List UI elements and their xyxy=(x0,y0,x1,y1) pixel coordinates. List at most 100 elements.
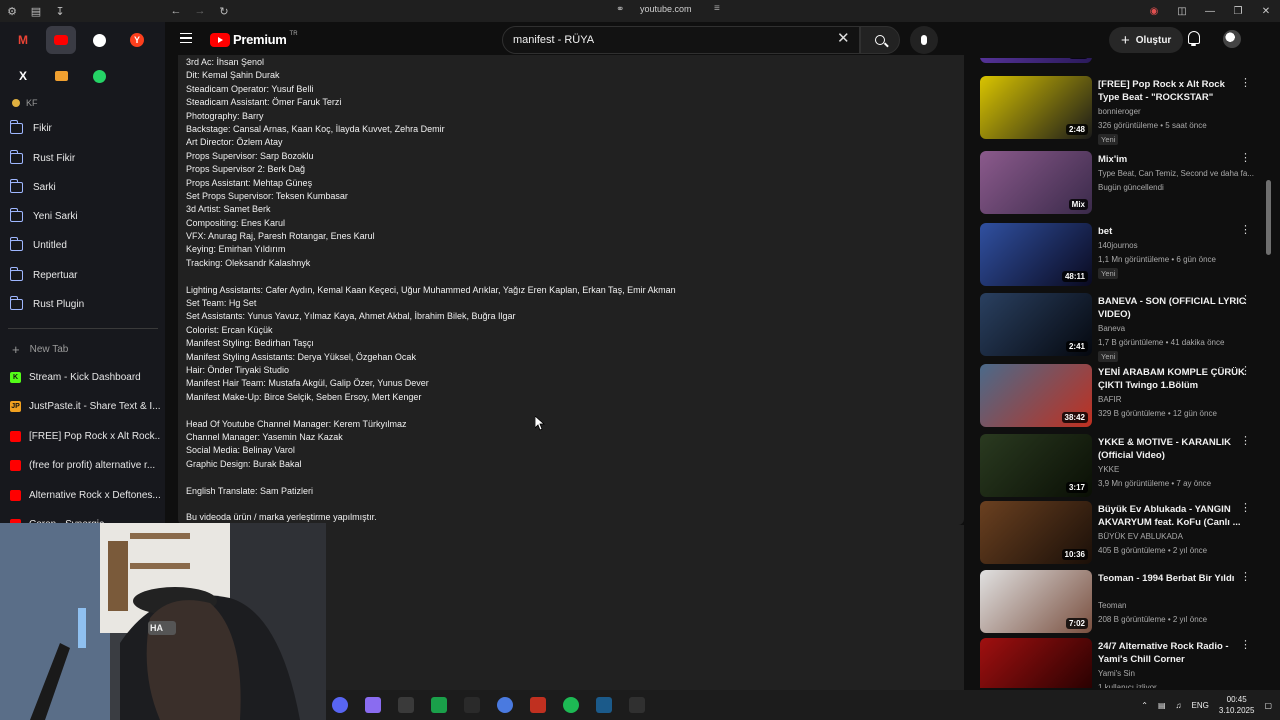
video-thumbnail[interactable]: 38:42 xyxy=(980,364,1092,427)
sidebar-tab[interactable]: (free for profit) alternative r... xyxy=(10,455,160,477)
video-thumbnail[interactable]: 7:02 xyxy=(980,570,1092,633)
search-button[interactable] xyxy=(860,26,900,54)
video-title[interactable]: Teoman - 1994 Berbat Bir Yıldı xyxy=(1098,572,1248,585)
more-options-icon[interactable]: ⋮ xyxy=(1240,503,1251,514)
sidebar-tab[interactable]: JP JustPaste.it - Share Text & I... xyxy=(10,396,160,418)
youtube-logo[interactable]: Premium TR xyxy=(210,31,298,47)
channel-name[interactable]: YKKE xyxy=(1098,463,1258,476)
browser-taskbar-icon[interactable] xyxy=(365,697,381,713)
recommended-video[interactable]: Mix xyxy=(978,58,1263,68)
sidebar-folder[interactable]: Repertuar xyxy=(10,264,77,286)
whatsapp-pinned-tab[interactable] xyxy=(84,62,114,90)
clock[interactable]: 00:45 3.10.2025 xyxy=(1219,694,1255,716)
recommended-video[interactable]: 10:36 Büyük Ev Ablukada - YANGIN AKVARYUM… xyxy=(978,501,1263,569)
sidebar-tab[interactable]: Alternative Rock x Deftones... xyxy=(10,484,160,506)
sidebar-folder[interactable]: Sarki xyxy=(10,176,56,198)
x-pinned-tab[interactable]: X xyxy=(8,62,38,90)
video-title[interactable]: 24/7 Alternative Rock Radio - Yami's Chi… xyxy=(1098,640,1248,666)
new-tab-button[interactable]: + New Tab xyxy=(12,342,68,357)
notification-center-icon[interactable]: ▢ xyxy=(1264,701,1272,710)
recommended-video[interactable]: 3:17 YKKE & MOTIVE - KARANLIK (Official V… xyxy=(978,434,1263,502)
video-thumbnail[interactable]: 2:41 xyxy=(980,293,1092,356)
scrollbar[interactable] xyxy=(1266,180,1271,255)
create-button[interactable]: + Oluştur xyxy=(1109,27,1184,53)
sidebar-folder[interactable]: Fikir xyxy=(10,117,52,139)
sidebar-tab[interactable]: [FREE] Pop Rock x Alt Rock... xyxy=(10,425,160,447)
reload-icon[interactable]: ↻ xyxy=(212,0,236,22)
close-icon[interactable]: ✕ xyxy=(1252,6,1280,17)
more-options-icon[interactable]: ⋮ xyxy=(1240,640,1251,651)
github-pinned-tab[interactable] xyxy=(84,26,114,54)
video-title[interactable]: [FREE] Pop Rock x Alt Rock Type Beat - "… xyxy=(1098,78,1248,104)
tune-icon[interactable]: ≡ xyxy=(714,3,720,14)
game-green-taskbar-icon[interactable] xyxy=(431,697,447,713)
recommended-video[interactable]: 24/7 Alternative Rock Radio - Yami's Chi… xyxy=(978,638,1263,688)
back-icon[interactable]: ← xyxy=(164,0,188,22)
maximize-icon[interactable]: ❐ xyxy=(1224,6,1252,17)
more-options-icon[interactable]: ⋮ xyxy=(1240,572,1251,583)
minimize-icon[interactable]: — xyxy=(1196,6,1224,17)
menu-icon[interactable] xyxy=(180,33,192,43)
steam-taskbar-icon[interactable] xyxy=(596,697,612,713)
globe-taskbar-icon[interactable] xyxy=(497,697,513,713)
channel-name[interactable]: Type Beat, Can Temiz, Second ve daha fa.… xyxy=(1098,167,1258,180)
channel-name[interactable]: bonnieroger xyxy=(1098,105,1258,118)
site-info-icon[interactable]: ⚭ xyxy=(616,4,624,15)
channel-name[interactable]: BAFIR xyxy=(1098,393,1258,406)
sidebar-folder[interactable]: Rust Fikir xyxy=(10,147,75,169)
split-view-icon[interactable]: ◫ xyxy=(1168,6,1196,17)
video-thumbnail[interactable]: Mix xyxy=(980,151,1092,214)
game-red-taskbar-icon[interactable] xyxy=(530,697,546,713)
forward-icon[interactable]: → xyxy=(188,0,212,22)
video-thumbnail[interactable]: Mix xyxy=(980,58,1092,63)
discord-taskbar-icon[interactable] xyxy=(332,697,348,713)
volume-icon[interactable]: ♫ xyxy=(1176,701,1182,710)
more-options-icon[interactable]: ⋮ xyxy=(1240,225,1251,236)
recommended-video[interactable]: 2:41 BANEVA - SON (OFFICIAL LYRIC VIDEO) B… xyxy=(978,293,1263,362)
channel-name[interactable]: Yami's Sin xyxy=(1098,667,1258,680)
channel-name[interactable]: Baneva xyxy=(1098,322,1258,335)
video-title[interactable]: YENİ ARABAM KOMPLE ÇÜRÜK ÇIKTI Twingo 1.… xyxy=(1098,366,1248,392)
network-icon[interactable]: ▤ xyxy=(1158,701,1166,710)
browser-menu-icon[interactable]: ⚙ xyxy=(0,0,24,22)
sidebar-folder[interactable]: Rust Plugin xyxy=(10,293,84,315)
spotify-taskbar-icon[interactable] xyxy=(563,697,579,713)
youtube-pinned-tab[interactable] xyxy=(46,26,76,54)
video-title[interactable]: Büyük Ev Ablukada - YANGIN AKVARYUM feat… xyxy=(1098,503,1248,529)
recommended-video[interactable]: 38:42 YENİ ARABAM KOMPLE ÇÜRÜK ÇIKTI Twin… xyxy=(978,364,1263,432)
tray-chevron-icon[interactable]: ⌃ xyxy=(1141,701,1148,710)
recommended-video[interactable]: 48:11 bet 140journos 1,1 Mn görüntüleme • 6… xyxy=(978,223,1263,291)
sidebar-tab[interactable]: K Stream - Kick Dashboard xyxy=(10,366,160,388)
more-options-icon[interactable]: ⋮ xyxy=(1240,295,1251,306)
video-title[interactable]: bet xyxy=(1098,225,1248,238)
search-input[interactable]: manifest - RÜYA xyxy=(502,26,860,54)
profile-icon[interactable]: ◉ xyxy=(1140,6,1168,17)
mail-pinned-tab[interactable] xyxy=(46,62,76,90)
recommended-video[interactable]: Mix Mix'im Type Beat, Can Temiz, Second ve… xyxy=(978,151,1263,219)
profile-row[interactable]: KF xyxy=(12,98,38,108)
more-options-icon[interactable]: ⋮ xyxy=(1240,366,1251,377)
epic-taskbar-icon[interactable] xyxy=(464,697,480,713)
video-title[interactable]: BANEVA - SON (OFFICIAL LYRIC VIDEO) xyxy=(1098,295,1248,321)
video-title[interactable]: Mix'im xyxy=(1098,153,1248,166)
video-thumbnail[interactable]: 48:11 xyxy=(980,223,1092,286)
more-options-icon[interactable]: ⋮ xyxy=(1240,436,1251,447)
sidebar-folder[interactable]: Untitled xyxy=(10,234,67,256)
video-thumbnail[interactable]: 2:48 xyxy=(980,76,1092,139)
video-title[interactable]: YKKE & MOTIVE - KARANLIK (Official Video… xyxy=(1098,436,1248,462)
language-indicator[interactable]: ENG xyxy=(1192,701,1209,710)
sidebar-toggle-icon[interactable]: ▤ xyxy=(24,0,48,22)
clear-search-icon[interactable]: ✕ xyxy=(837,31,850,46)
sidebar-folder[interactable]: Yeni Sarki xyxy=(10,205,78,227)
channel-name[interactable]: Teoman xyxy=(1098,599,1258,612)
video-thumbnail[interactable]: 3:17 xyxy=(980,434,1092,497)
address-bar[interactable]: youtube.com xyxy=(640,4,692,14)
recommended-video[interactable]: 7:02 Teoman - 1994 Berbat Bir Yıldı Teoman… xyxy=(978,570,1263,638)
video-thumbnail[interactable] xyxy=(980,638,1092,688)
video-thumbnail[interactable]: 10:36 xyxy=(980,501,1092,564)
more-options-icon[interactable]: ⋮ xyxy=(1240,153,1251,164)
download-icon[interactable]: ↧ xyxy=(48,0,72,22)
obs-taskbar-icon[interactable] xyxy=(629,697,645,713)
recommended-video[interactable]: 2:48 [FREE] Pop Rock x Alt Rock Type Beat… xyxy=(978,76,1263,145)
terminal-taskbar-icon[interactable] xyxy=(398,697,414,713)
